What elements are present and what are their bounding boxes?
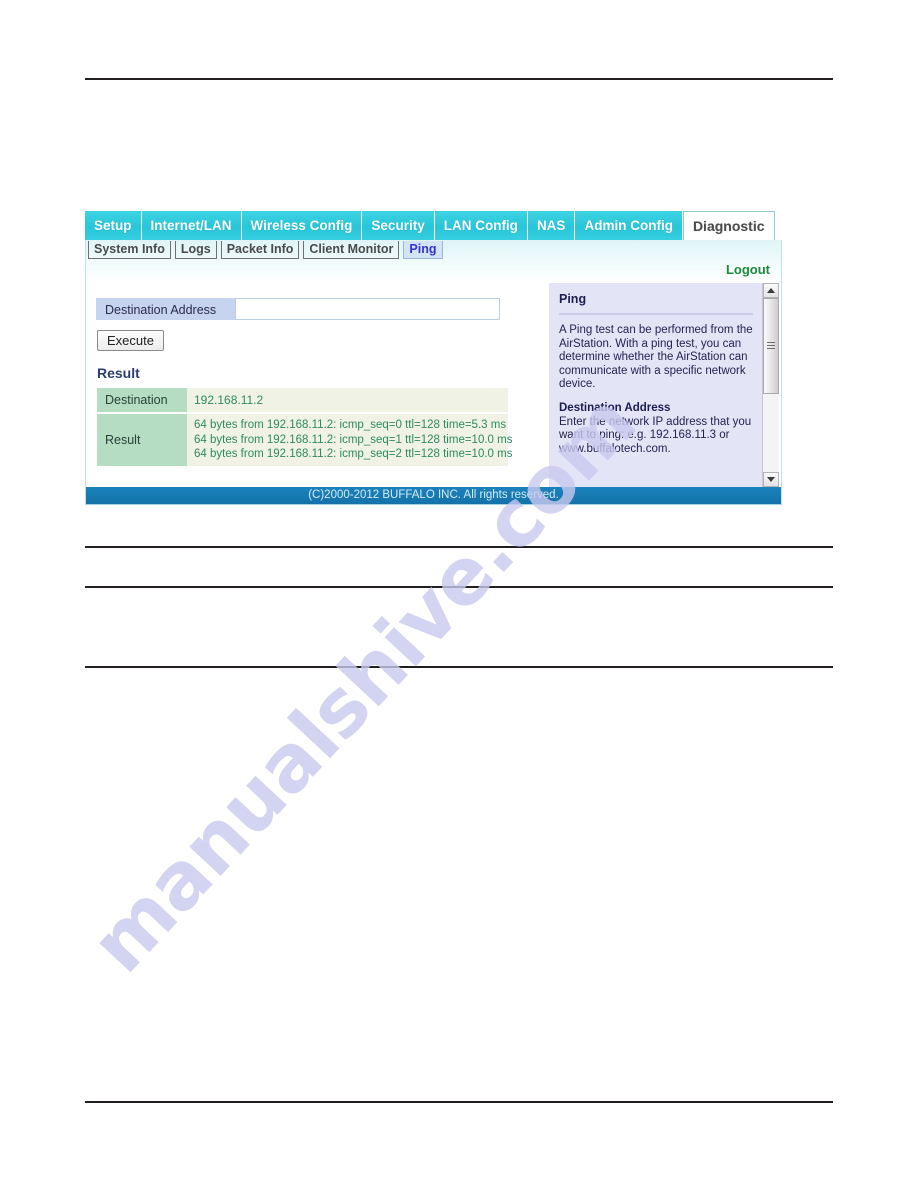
tab-security[interactable]: Security	[362, 211, 435, 240]
result-row-label: Result	[97, 413, 187, 468]
result-row-label: Destination	[97, 388, 187, 414]
logout-row: Logout	[86, 259, 781, 280]
page-rule-middle-2	[85, 586, 833, 588]
sub-tab-bar: System Info Logs Packet Info Client Moni…	[86, 240, 781, 259]
help-title: Ping	[559, 292, 587, 306]
ui-body: Destination Address Execute Result Desti…	[85, 282, 782, 487]
help-sub-paragraph: Enter the network IP address that you wa…	[559, 415, 752, 455]
help-divider	[559, 313, 753, 315]
help-subheading: Destination Address	[559, 401, 671, 414]
sub-tab-ping[interactable]: Ping	[403, 241, 443, 259]
destination-address-row: Destination Address	[96, 298, 500, 320]
page-rule-middle-1	[85, 546, 833, 548]
page-rule-top	[85, 78, 833, 80]
sub-tab-strip: System Info Logs Packet Info Client Moni…	[85, 240, 782, 282]
sub-tab-system-info[interactable]: System Info	[88, 241, 171, 259]
result-output-value: 64 bytes from 192.168.11.2: icmp_seq=0 t…	[187, 413, 513, 468]
page-watermark: manualshive.com	[0, 0, 918, 1188]
scroll-up-arrow-icon[interactable]	[763, 283, 779, 298]
table-row-result: Result 64 bytes from 192.168.11.2: icmp_…	[97, 413, 513, 468]
scrollbar-grip-icon	[767, 342, 775, 349]
sub-tab-logs[interactable]: Logs	[174, 241, 217, 259]
execute-button[interactable]: Execute	[97, 330, 164, 351]
tab-nas[interactable]: NAS	[527, 211, 576, 240]
scrollbar-track[interactable]	[763, 298, 779, 472]
scrollbar-thumb[interactable]	[763, 298, 779, 394]
help-text-area: Ping A Ping test can be performed from t…	[549, 283, 762, 487]
result-table: Destination 192.168.11.2 Result 64 bytes…	[97, 388, 513, 468]
ping-line: 64 bytes from 192.168.11.2: icmp_seq=0 t…	[194, 419, 507, 432]
result-section-heading: Result	[97, 365, 140, 381]
logout-link[interactable]: Logout	[726, 262, 770, 277]
sub-tab-client-monitor[interactable]: Client Monitor	[303, 241, 400, 259]
help-paragraph: A Ping test can be performed from the Ai…	[559, 324, 753, 390]
tab-admin-config[interactable]: Admin Config	[575, 211, 683, 240]
ping-line: 64 bytes from 192.168.11.2: icmp_seq=2 t…	[194, 448, 513, 461]
router-admin-screenshot: Setup Internet/LAN Wireless Config Secur…	[85, 211, 782, 505]
tab-lan-config[interactable]: LAN Config	[434, 211, 528, 240]
content-pane: Destination Address Execute Result Desti…	[86, 282, 548, 487]
destination-address-input[interactable]	[235, 298, 500, 320]
tab-setup[interactable]: Setup	[85, 211, 142, 240]
tab-wireless-config[interactable]: Wireless Config	[241, 211, 363, 240]
ping-line: 64 bytes from 192.168.11.2: icmp_seq=1 t…	[194, 433, 513, 446]
result-destination-value: 192.168.11.2	[187, 388, 508, 414]
sub-tab-packet-info[interactable]: Packet Info	[220, 241, 300, 259]
page-rule-bottom	[85, 1101, 833, 1103]
help-pane: Ping A Ping test can be performed from t…	[548, 283, 779, 487]
scroll-down-arrow-icon[interactable]	[763, 472, 779, 487]
page-rule-middle-3	[85, 666, 833, 668]
copyright-footer: (C)2000-2012 BUFFALO INC. All rights res…	[85, 487, 782, 505]
tab-internet-lan[interactable]: Internet/LAN	[141, 211, 242, 240]
tab-diagnostic[interactable]: Diagnostic	[682, 211, 775, 240]
main-tab-bar: Setup Internet/LAN Wireless Config Secur…	[85, 211, 782, 240]
help-scrollbar[interactable]	[762, 283, 779, 487]
destination-address-label: Destination Address	[96, 298, 235, 320]
table-row-destination: Destination 192.168.11.2	[97, 388, 508, 414]
